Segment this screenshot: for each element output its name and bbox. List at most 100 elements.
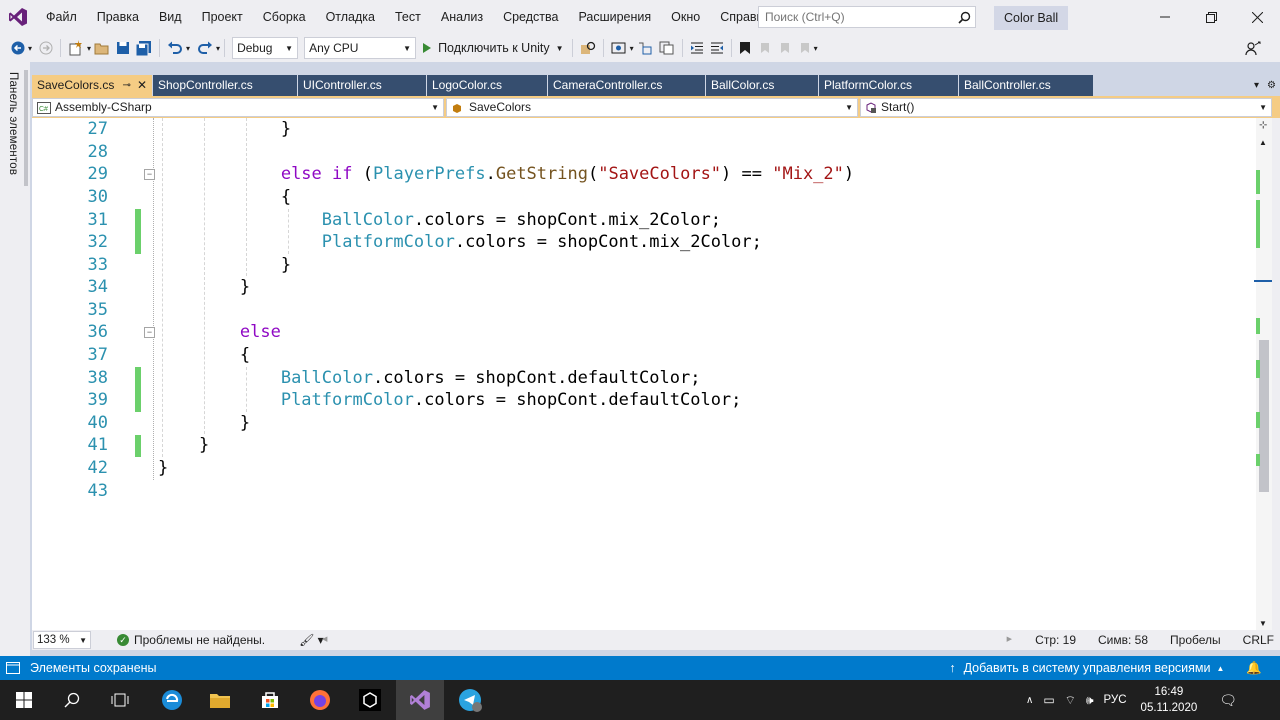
menu-project[interactable]: Проект [192,0,253,34]
collapse-block-icon[interactable]: − [144,169,155,180]
code-line: PlatformColor.colors = shopCont.mix_2Col… [321,232,762,252]
visual-studio-logo-icon[interactable] [0,0,36,34]
step-into-icon[interactable] [634,36,656,60]
next-bookmark-icon[interactable] [774,36,794,60]
line-ending-indicator[interactable]: CRLF [1243,633,1274,647]
chevron-down-icon[interactable]: ▾ [814,44,818,53]
chevron-down-icon[interactable]: ▾ [216,44,220,53]
add-to-source-control-button[interactable]: Добавить в систему управления версиями [964,661,1211,675]
close-tab-icon[interactable]: ✕ [137,75,147,96]
edge-browser-icon[interactable] [148,680,196,720]
scroll-down-icon[interactable]: ▼ [1259,619,1267,628]
scrollbar-thumb[interactable] [1259,340,1269,492]
menu-analyze[interactable]: Анализ [431,0,493,34]
tab-logocolor[interactable]: LogoColor.cs [427,75,547,96]
network-icon[interactable]: ⌔ [1065,693,1076,708]
outdent-icon[interactable] [687,36,707,60]
search-icon[interactable] [953,7,975,27]
scroll-up-icon[interactable]: ▲ [1259,138,1267,147]
new-project-icon[interactable] [65,36,87,60]
notifications-bell-icon[interactable]: 🔔 [1246,661,1262,676]
navigate-forward-icon[interactable] [36,36,56,60]
save-all-icon[interactable] [133,36,155,60]
tab-cameracontroller[interactable]: CameraController.cs [548,75,705,96]
problems-status[interactable]: Проблемы не найдены. [134,633,265,647]
menu-debug[interactable]: Отладка [316,0,385,34]
whitespace-indicator[interactable]: Пробелы [1170,633,1221,647]
tab-ballcontroller[interactable]: BallController.cs [959,75,1093,96]
show-hidden-icons-icon[interactable]: ∧ [1026,695,1033,706]
search-input[interactable] [759,10,953,24]
firefox-icon[interactable] [296,680,344,720]
search-box[interactable] [758,6,976,28]
browser-link-icon[interactable] [608,36,630,60]
unity-icon[interactable] [346,680,394,720]
menu-test[interactable]: Тест [385,0,431,34]
file-explorer-icon[interactable] [196,680,244,720]
tab-uicontroller[interactable]: UIController.cs [298,75,426,96]
menu-window[interactable]: Окно [661,0,710,34]
action-center-icon[interactable]: 🗨 [1219,692,1237,709]
menu-edit[interactable]: Правка [87,0,149,34]
restore-button[interactable] [1188,0,1234,34]
previous-bookmark-icon[interactable] [754,36,774,60]
battery-icon[interactable]: ▭ [1043,693,1054,707]
undo-icon[interactable] [164,36,186,60]
menu-build[interactable]: Сборка [253,0,316,34]
code-editor[interactable]: 27 28 29 30 31 32 33 34 35 36 37 38 39 4… [32,118,1256,630]
navigate-back-icon[interactable] [8,36,28,60]
horizontal-scrollbar[interactable]: ◀ ▶ [322,635,1012,645]
copy-window-icon[interactable] [656,36,678,60]
menu-extensions[interactable]: Расширения [568,0,661,34]
configuration-dropdown[interactable]: Debug ▼ [232,37,299,59]
tab-ballcolor[interactable]: BallColor.cs [706,75,818,96]
menu-file[interactable]: Файл [36,0,87,34]
find-in-files-icon[interactable] [577,36,599,60]
pin-icon[interactable]: ⊸ [123,75,131,96]
class-dropdown[interactable]: SaveColors ▼ [446,98,858,117]
tab-platformcolor[interactable]: PlatformColor.cs [819,75,958,96]
telegram-icon[interactable] [446,680,494,720]
tab-dropdown-icon[interactable]: ▾ [1254,80,1259,91]
output-window-icon[interactable] [6,662,20,674]
settings-gear-icon[interactable]: ⚙ [1267,80,1276,91]
redo-icon[interactable] [194,36,216,60]
chevron-down-icon[interactable]: ▾ [28,44,32,53]
task-view-icon[interactable] [96,680,144,720]
clear-bookmarks-icon[interactable] [794,36,814,60]
menu-view[interactable]: Вид [149,0,192,34]
chevron-up-icon[interactable]: ▲ [1217,664,1225,673]
split-editor-icon[interactable]: ⊹ [1259,120,1267,131]
volume-icon[interactable]: 🕪 [1086,693,1094,708]
vertical-scrollbar[interactable]: ⊹ ▲ ▼ [1254,118,1274,630]
visual-studio-taskbar-icon[interactable] [396,680,444,720]
chevron-down-icon[interactable]: ▾ [186,44,190,53]
indent-icon[interactable] [707,36,727,60]
save-icon[interactable] [113,36,133,60]
close-button[interactable] [1234,0,1280,34]
menu-tools[interactable]: Средства [493,0,568,34]
platform-dropdown[interactable]: Any CPU ▼ [304,37,417,59]
live-share-icon[interactable] [1242,37,1264,61]
windows-start-icon[interactable] [0,680,48,720]
line-indicator[interactable]: Стр: 19 [1035,633,1076,647]
attach-to-unity-button[interactable]: Подключить к Unity ▼ [419,41,568,55]
project-dropdown[interactable]: C# Assembly-CSharp ▼ [32,98,444,117]
store-icon[interactable] [246,680,294,720]
code-cleanup-icon[interactable]: 🖌 ▾ [299,633,324,647]
collapse-block-icon[interactable]: − [144,327,155,338]
scroll-right-icon[interactable]: ▶ [1007,635,1012,645]
bookmark-icon[interactable] [736,36,754,60]
minimize-button[interactable] [1142,0,1188,34]
scroll-left-icon[interactable]: ◀ [322,635,327,645]
tab-shopcontroller[interactable]: ShopController.cs [153,75,297,96]
input-language[interactable]: РУС [1104,694,1127,706]
member-dropdown[interactable]: Start() ▼ [860,98,1272,117]
search-icon[interactable] [48,680,96,720]
toolbox-tab[interactable]: Панель элементов [7,72,19,175]
zoom-dropdown[interactable]: 133 % ▼ [33,631,91,649]
column-indicator[interactable]: Симв: 58 [1098,633,1148,647]
tab-savecolors[interactable]: SaveColors.cs ⊸ ✕ [32,75,152,96]
clock[interactable]: 16:49 05.11.2020 [1141,684,1198,716]
open-file-icon[interactable] [91,36,113,60]
